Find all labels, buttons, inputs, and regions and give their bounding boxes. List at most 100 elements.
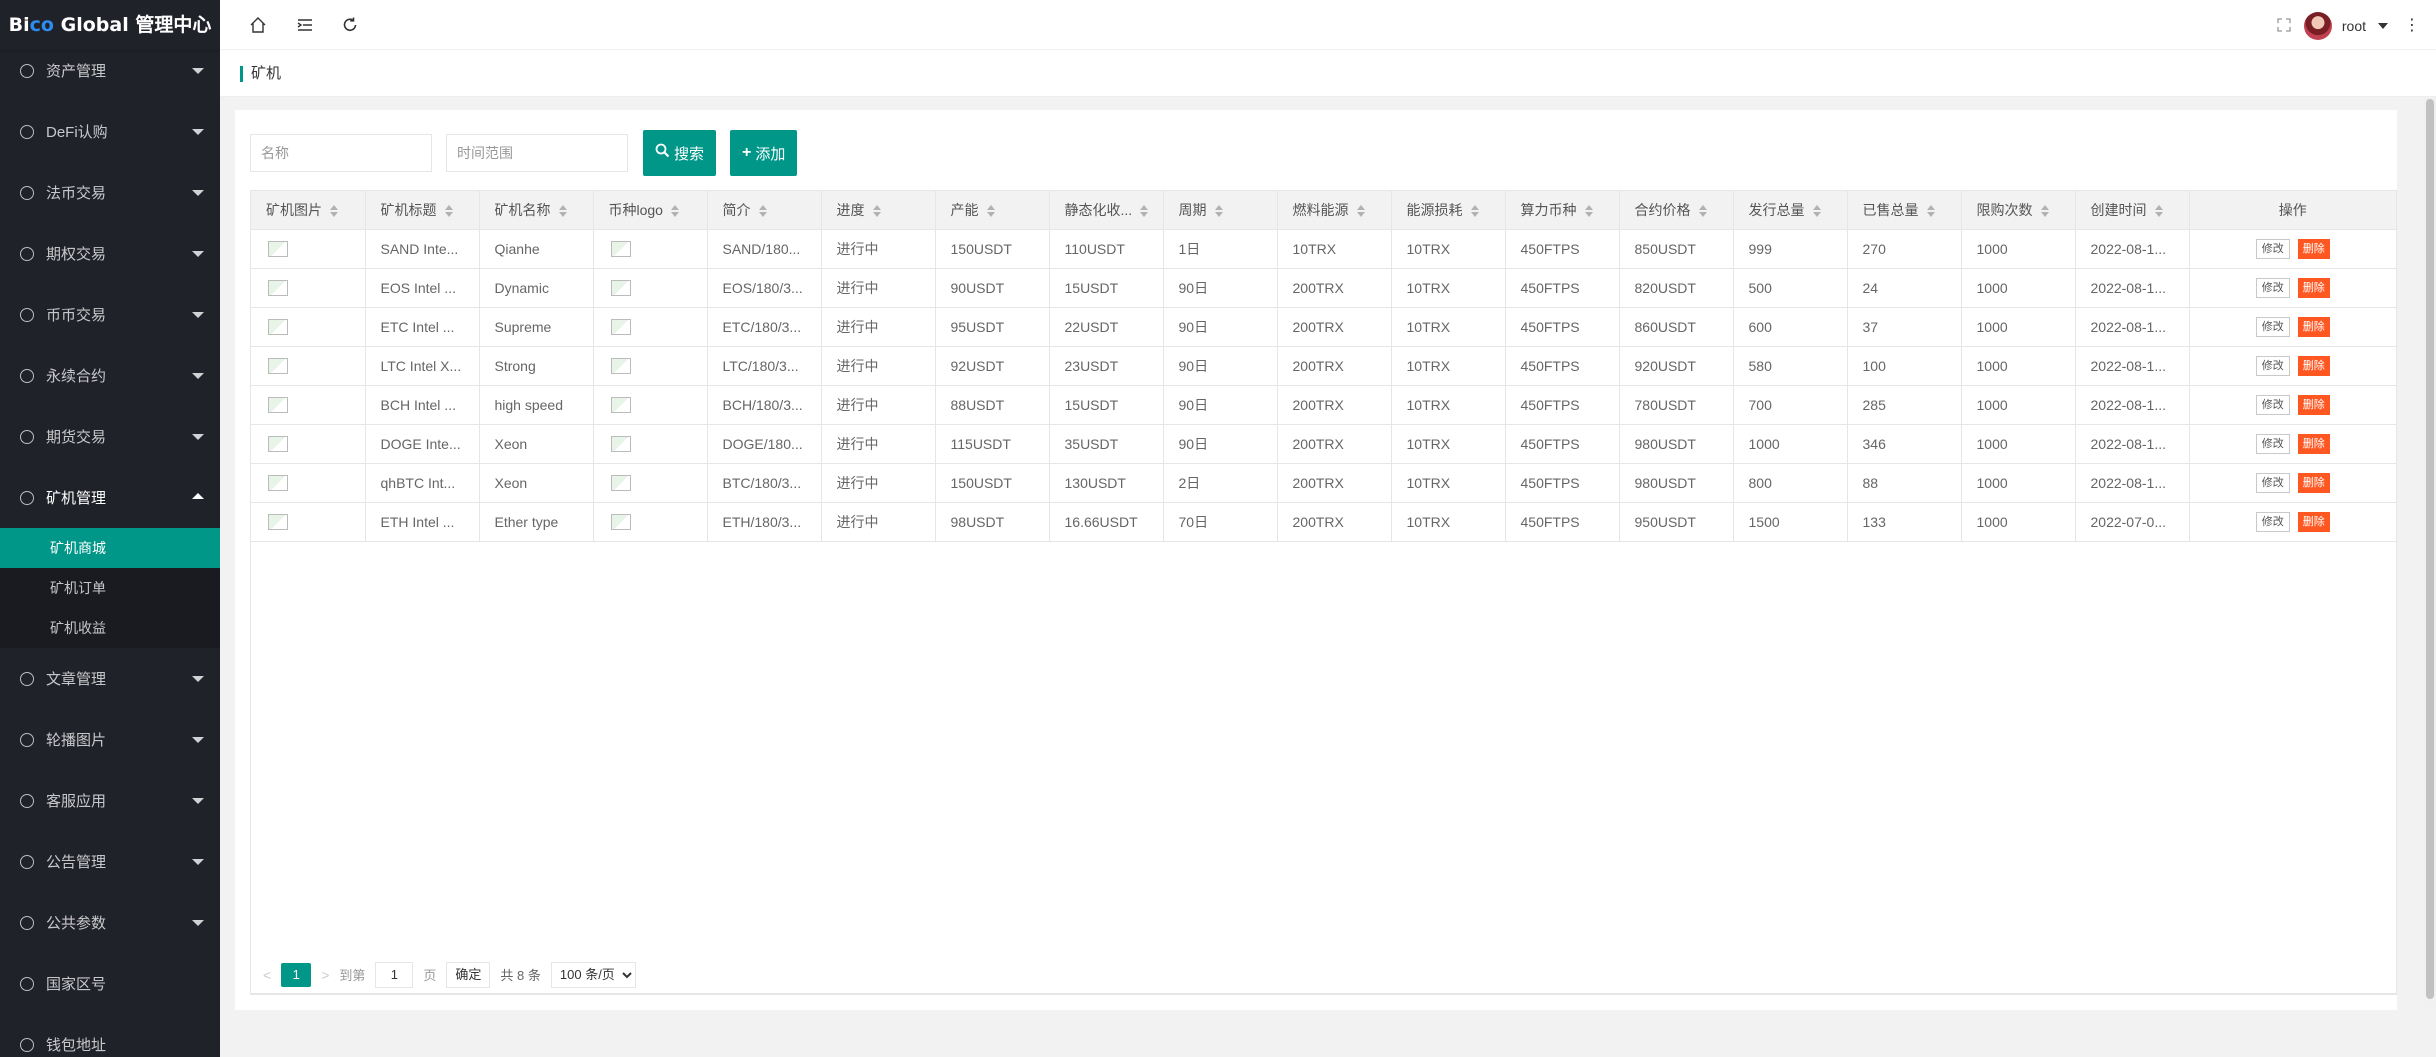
delete-button[interactable]: 删除 <box>2297 433 2330 454</box>
table-cell: ETC Intel ... <box>365 307 480 347</box>
sort-icon[interactable] <box>558 205 567 218</box>
sidebar-item[interactable]: 客服应用 <box>0 770 220 831</box>
delete-button[interactable]: 删除 <box>2297 238 2330 259</box>
table-cell: 1000 <box>1961 385 2076 425</box>
confirm-page-button[interactable]: 确定 <box>446 961 491 988</box>
table-cell <box>593 385 708 425</box>
sidebar-subitem[interactable]: 矿机收益 <box>0 608 220 648</box>
sidebar-item[interactable]: 文章管理 <box>0 648 220 709</box>
home-icon[interactable] <box>246 13 270 37</box>
sort-icon[interactable] <box>1356 205 1365 218</box>
add-button-label: 添加 <box>755 145 786 163</box>
delete-button[interactable]: 删除 <box>2297 277 2330 298</box>
column-header[interactable]: 矿机标题 <box>365 191 480 230</box>
prev-page-icon[interactable]: < <box>263 967 271 983</box>
edit-button[interactable]: 修改 <box>2255 472 2290 493</box>
column-header[interactable]: 操作 <box>2189 191 2396 230</box>
edit-button[interactable]: 修改 <box>2255 277 2290 298</box>
column-header[interactable]: 已售总量 <box>1847 191 1962 230</box>
name-search-input[interactable] <box>250 134 432 172</box>
sort-icon[interactable] <box>1470 205 1479 218</box>
sidebar-item-label: 永续合约 <box>46 368 107 385</box>
edit-button[interactable]: 修改 <box>2255 511 2290 532</box>
menu-collapse-icon[interactable] <box>293 13 317 37</box>
column-header[interactable]: 简介 <box>707 191 822 230</box>
sort-icon[interactable] <box>1926 205 1935 218</box>
column-header[interactable]: 限购次数 <box>1961 191 2076 230</box>
fullscreen-icon[interactable] <box>2272 13 2296 37</box>
column-header[interactable]: 合约价格 <box>1619 191 1734 230</box>
sidebar-item[interactable]: 公共参数 <box>0 892 220 953</box>
current-page[interactable]: 1 <box>281 962 312 987</box>
sidebar-item[interactable]: 钱包地址 <box>0 1014 220 1057</box>
delete-button[interactable]: 删除 <box>2297 316 2330 337</box>
sort-icon[interactable] <box>670 205 679 218</box>
column-header[interactable]: 静态化收... <box>1049 191 1164 230</box>
table-cell: 15USDT <box>1049 385 1164 425</box>
sidebar-subitem[interactable]: 矿机商城 <box>0 528 220 568</box>
column-header[interactable]: 矿机名称 <box>479 191 594 230</box>
sidebar-item[interactable]: 轮播图片 <box>0 709 220 770</box>
table-cell: 200TRX <box>1277 307 1392 347</box>
page-number-input[interactable] <box>375 961 414 988</box>
column-header[interactable]: 能源损耗 <box>1391 191 1506 230</box>
edit-button[interactable]: 修改 <box>2255 355 2290 376</box>
table-cell <box>593 229 708 269</box>
delete-button[interactable]: 删除 <box>2297 394 2330 415</box>
sidebar-item[interactable]: 矿机管理 <box>0 467 220 528</box>
clock-icon <box>20 124 34 139</box>
delete-button[interactable]: 删除 <box>2297 511 2330 532</box>
more-vertical-icon[interactable]: ⋮ <box>2400 13 2424 37</box>
table-cell: 150USDT <box>935 463 1050 503</box>
table-cell: qhBTC Int... <box>365 463 480 503</box>
sidebar-subitem[interactable]: 矿机订单 <box>0 568 220 608</box>
page-scrollbar[interactable] <box>2424 97 2436 1007</box>
table-cell: 450FTPS <box>1505 463 1620 503</box>
sidebar-item[interactable]: DeFi认购 <box>0 101 220 162</box>
time-range-input[interactable] <box>446 134 628 172</box>
sidebar-item[interactable]: 期权交易 <box>0 223 220 284</box>
sidebar-item[interactable]: 国家区号 <box>0 953 220 1014</box>
column-header[interactable]: 周期 <box>1163 191 1278 230</box>
user-menu[interactable]: root <box>2303 12 2388 40</box>
column-header[interactable]: 创建时间 <box>2075 191 2190 230</box>
broken-image-icon <box>610 436 631 453</box>
column-header[interactable]: 燃料能源 <box>1277 191 1392 230</box>
refresh-icon[interactable] <box>338 13 362 37</box>
search-button[interactable]: 搜索 <box>643 130 717 176</box>
next-page-icon[interactable]: > <box>321 967 329 983</box>
sort-icon[interactable] <box>1812 205 1821 218</box>
column-header[interactable]: 矿机图片 <box>251 191 366 230</box>
column-header[interactable]: 算力币种 <box>1505 191 1620 230</box>
sort-icon[interactable] <box>2154 205 2163 218</box>
sidebar-item[interactable]: 法币交易 <box>0 162 220 223</box>
sort-icon[interactable] <box>2040 205 2049 218</box>
edit-button[interactable]: 修改 <box>2255 433 2290 454</box>
edit-button[interactable]: 修改 <box>2255 316 2290 337</box>
sidebar-item[interactable]: 期货交易 <box>0 406 220 467</box>
sort-icon[interactable] <box>1584 205 1593 218</box>
page-size-select[interactable]: 100 条/页 <box>550 961 636 988</box>
sort-icon[interactable] <box>1214 205 1223 218</box>
sort-icon[interactable] <box>758 205 767 218</box>
edit-button[interactable]: 修改 <box>2255 238 2290 259</box>
scrollbar-thumb[interactable] <box>2426 99 2434 999</box>
sort-icon[interactable] <box>1698 205 1707 218</box>
delete-button[interactable]: 删除 <box>2297 472 2330 493</box>
column-header[interactable]: 进度 <box>821 191 936 230</box>
edit-button[interactable]: 修改 <box>2255 394 2290 415</box>
add-button[interactable]: + 添加 <box>730 130 798 176</box>
sidebar-item[interactable]: 公告管理 <box>0 831 220 892</box>
sidebar-item[interactable]: 币币交易 <box>0 284 220 345</box>
sort-icon[interactable] <box>444 205 453 218</box>
column-header[interactable]: 发行总量 <box>1733 191 1848 230</box>
column-header[interactable]: 产能 <box>935 191 1050 230</box>
sort-icon[interactable] <box>1140 205 1149 218</box>
column-header[interactable]: 币种logo <box>593 191 708 230</box>
sort-icon[interactable] <box>330 205 338 218</box>
delete-button[interactable]: 删除 <box>2297 355 2330 376</box>
app-logo[interactable]: Bico Global 管理中心 <box>0 0 220 50</box>
sort-icon[interactable] <box>986 205 995 218</box>
sort-icon[interactable] <box>872 205 881 218</box>
sidebar-item[interactable]: 永续合约 <box>0 345 220 406</box>
